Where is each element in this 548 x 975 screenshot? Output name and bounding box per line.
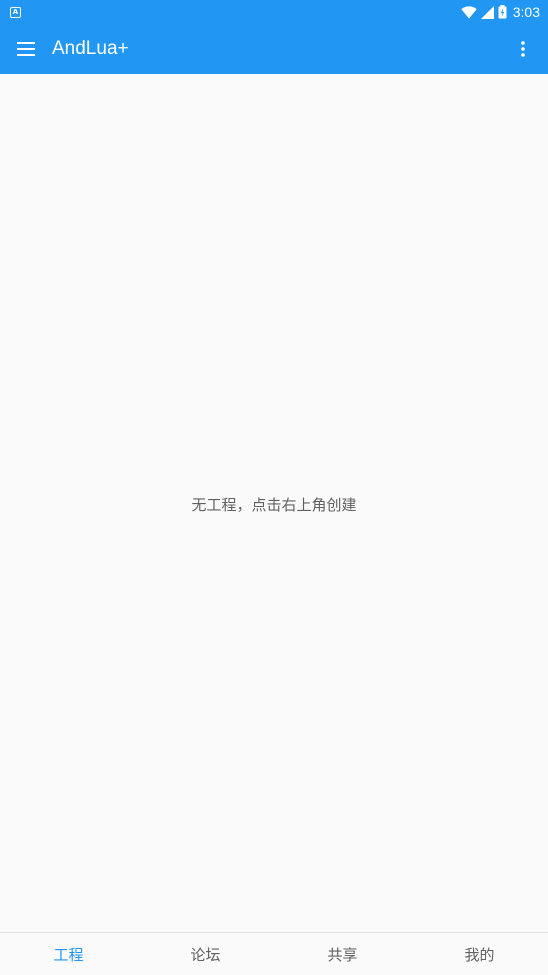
empty-projects-message: 无工程，点击右上角创建 <box>191 496 357 514</box>
nav-tab-projects[interactable]: 工程 <box>0 933 137 975</box>
status-left: A <box>10 6 21 18</box>
status-bar: A 3:03 <box>0 0 548 24</box>
notification-icon: A <box>10 6 21 18</box>
app-bar: AndLua+ <box>0 24 548 74</box>
signal-icon <box>480 5 494 19</box>
menu-button[interactable] <box>0 24 52 74</box>
screen: A 3:03 AndLua+ 无工程，点击右上角创建 工程 论坛 共享 我的 <box>0 0 548 975</box>
main-content: 无工程，点击右上角创建 <box>0 74 548 932</box>
battery-icon <box>498 5 507 19</box>
more-vert-icon <box>521 41 525 57</box>
app-title: AndLua+ <box>52 38 129 59</box>
nav-tab-forum[interactable]: 论坛 <box>137 933 274 975</box>
hamburger-menu-icon <box>17 42 35 56</box>
more-options-button[interactable] <box>498 24 548 74</box>
bottom-nav: 工程 论坛 共享 我的 <box>0 932 548 975</box>
wifi-icon <box>461 5 477 18</box>
nav-tab-share[interactable]: 共享 <box>274 933 411 975</box>
status-time: 3:03 <box>512 4 540 20</box>
status-right: 3:03 <box>461 4 540 20</box>
nav-tab-mine[interactable]: 我的 <box>411 933 548 975</box>
